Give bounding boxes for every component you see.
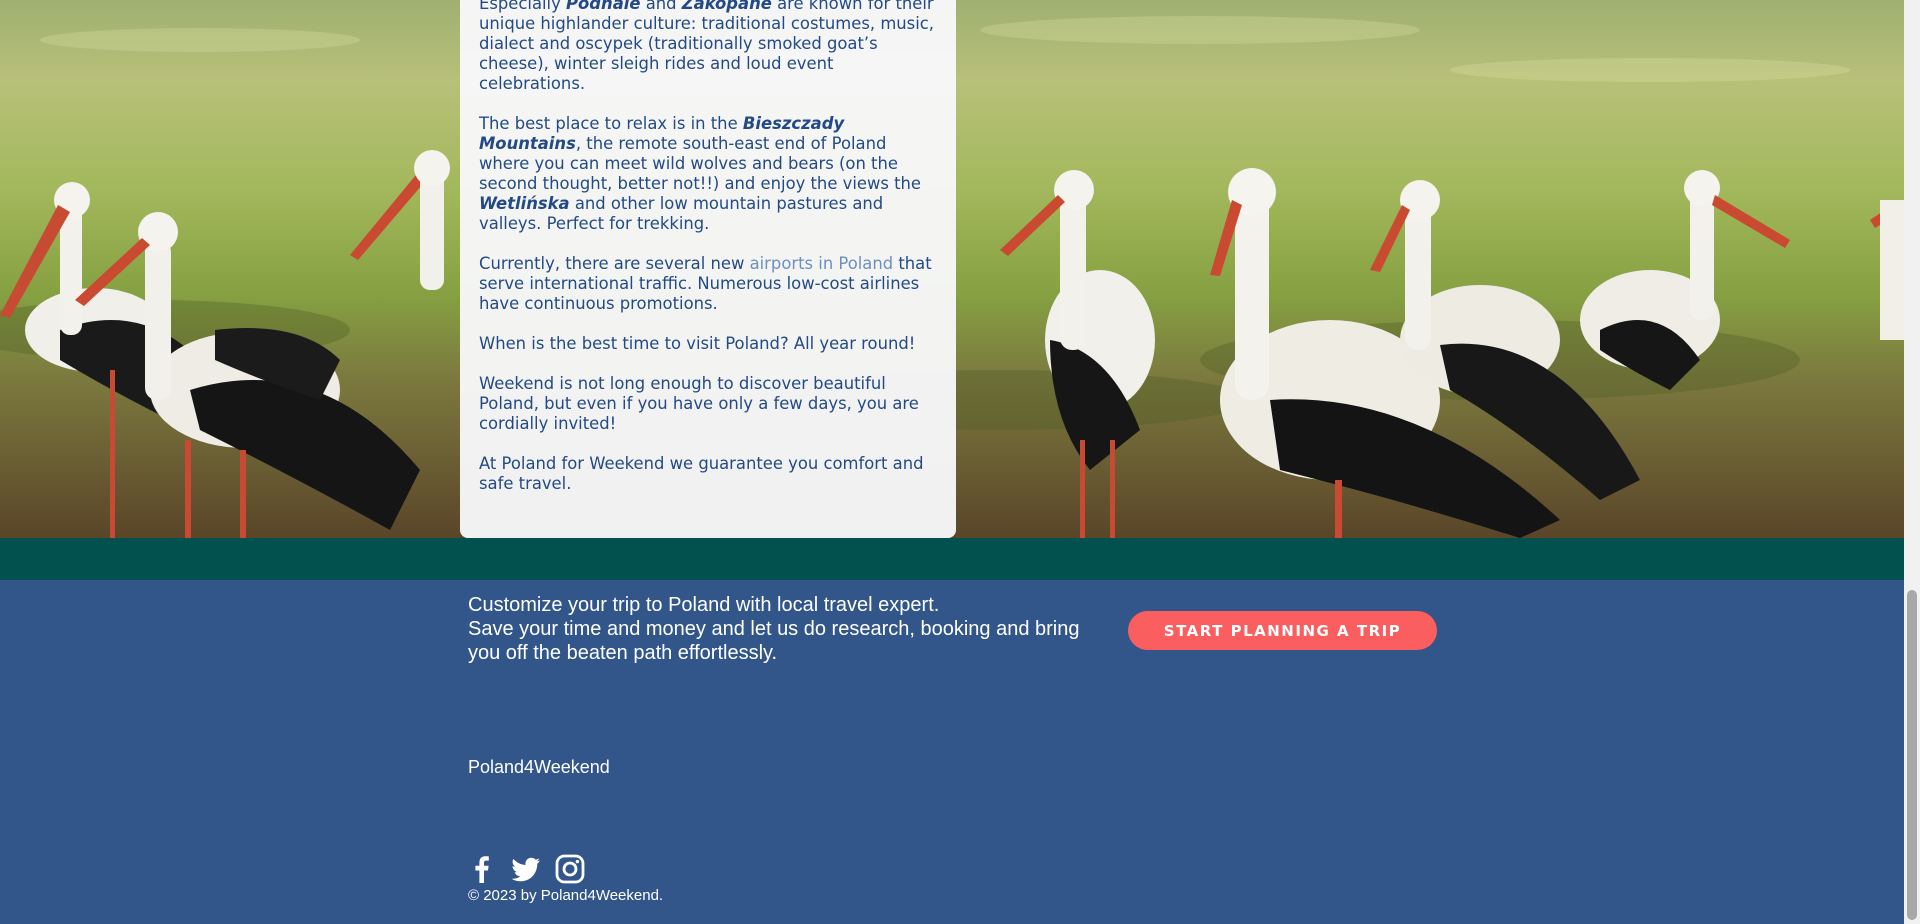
facebook-icon [475,856,489,883]
paragraph-text: Weekend is not long enough to discover b… [479,374,919,433]
article-body: Especially Podhale and Zakopane are know… [479,0,938,494]
paragraph-text: are known for their unique highlander cu… [479,0,934,93]
paragraph-text: and [640,0,682,13]
article-paragraph: Especially Podhale and Zakopane are know… [479,0,938,94]
start-planning-button[interactable]: START PLANNING A TRIP [1128,611,1437,650]
scrollbar-thumb[interactable] [1907,590,1917,920]
paragraph-text: At Poland for Weekend we guarantee you c… [479,454,924,493]
highlighted-term: Podhale [566,0,641,13]
article-card: Especially Podhale and Zakopane are know… [460,0,956,538]
facebook-link[interactable] [466,853,498,885]
article-paragraph: When is the best time to visit Poland? A… [479,334,938,354]
cta-line-1: Customize your trip to Poland with local… [468,594,940,616]
social-links [466,853,586,885]
page-scrollbar[interactable] [1904,0,1920,924]
twitter-icon [511,857,540,882]
instagram-icon [555,854,585,884]
cta-text: Customize your trip to Poland with local… [468,593,1088,665]
highlighted-term: Wetlińska [479,194,570,213]
paragraph-text: When is the best time to visit Poland? A… [479,334,916,353]
article-paragraph: Weekend is not long enough to discover b… [479,374,938,434]
article-paragraph: Currently, there are several new airport… [479,254,938,314]
footer: Customize your trip to Poland with local… [0,580,1904,924]
footer-brand: Poland4Weekend [468,757,610,777]
teal-divider [0,538,1904,580]
instagram-link[interactable] [554,853,586,885]
paragraph-text: The best place to relax is in the [479,114,743,133]
airports-link[interactable]: airports in Poland [750,254,894,273]
article-paragraph: At Poland for Weekend we guarantee you c… [479,454,938,494]
hero-background: Especially Podhale and Zakopane are know… [0,0,1904,538]
paragraph-text: Currently, there are several new [479,254,750,273]
twitter-link[interactable] [510,853,542,885]
cta-line-2: Save your time and money and let us do r… [468,618,1080,664]
copyright-text: © 2023 by Poland4Weekend. [468,887,664,904]
highlighted-term: Zakopane [681,0,772,13]
article-paragraph: The best place to relax is in the Bieszc… [479,114,938,234]
paragraph-text: Especially [479,0,567,13]
